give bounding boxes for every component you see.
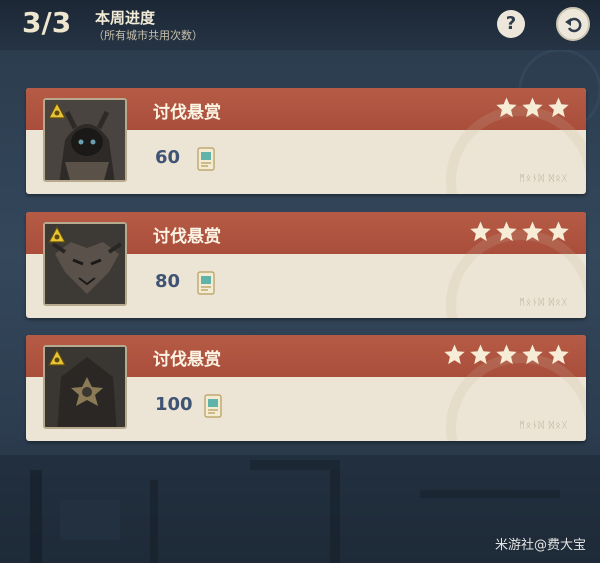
star-rating bbox=[443, 343, 570, 371]
card-title: 讨伐悬赏 bbox=[153, 103, 221, 123]
bounty-scroll-icon bbox=[197, 271, 215, 295]
star-icon bbox=[496, 221, 517, 242]
decorative-script: ᛗᛟᚾᛞ ᛞᛟᚷ bbox=[519, 421, 568, 431]
star-icon bbox=[522, 97, 543, 118]
question-icon[interactable]: ? bbox=[497, 10, 525, 38]
weekly-progress-count: 3/3 bbox=[22, 6, 72, 39]
return-arrow-icon[interactable] bbox=[556, 7, 590, 41]
decorative-script: ᛗᛟᚾᛞ ᛞᛟᚷ bbox=[519, 174, 568, 184]
star-icon bbox=[470, 344, 491, 365]
star-icon bbox=[548, 221, 569, 242]
star-icon bbox=[496, 97, 517, 118]
bounty-card-1[interactable]: 讨伐悬赏 60 ᛗᛟᚾᛞ ᛞᛟᚷ bbox=[26, 88, 586, 194]
star-icon bbox=[470, 221, 491, 242]
bounty-card-2[interactable]: 讨伐悬赏 80 ᛗᛟᚾᛞ ᛞᛟᚷ bbox=[26, 212, 586, 318]
watermark-text: 米游社@费大宝 bbox=[494, 538, 586, 553]
reward-amount: 100 bbox=[155, 394, 193, 415]
star-icon bbox=[496, 344, 517, 365]
bounty-scroll-icon bbox=[204, 394, 222, 418]
element-badge-icon bbox=[48, 349, 66, 366]
card-title: 讨伐悬赏 bbox=[153, 350, 221, 370]
reward-amount: 60 bbox=[155, 147, 181, 168]
star-icon bbox=[522, 221, 543, 242]
star-icon bbox=[548, 97, 569, 118]
reward-amount: 80 bbox=[155, 271, 181, 292]
page-subtitle: （所有城市共用次数） bbox=[93, 29, 203, 42]
top-bar: 3/3 本周进度 （所有城市共用次数） ? bbox=[0, 0, 600, 50]
bounty-scroll-icon bbox=[197, 147, 215, 171]
star-icon bbox=[548, 344, 569, 365]
star-rating bbox=[469, 220, 570, 248]
star-icon bbox=[444, 344, 465, 365]
star-rating bbox=[495, 96, 570, 124]
card-title: 讨伐悬赏 bbox=[153, 227, 221, 247]
element-badge-icon bbox=[48, 226, 66, 243]
star-icon bbox=[522, 344, 543, 365]
page-title: 本周进度 bbox=[95, 9, 156, 27]
bounty-card-3[interactable]: 讨伐悬赏 100 ᛗᛟᚾᛞ ᛞᛟᚷ bbox=[26, 335, 586, 441]
element-badge-icon bbox=[48, 102, 66, 119]
decorative-script: ᛗᛟᚾᛞ ᛞᛟᚷ bbox=[519, 298, 568, 308]
